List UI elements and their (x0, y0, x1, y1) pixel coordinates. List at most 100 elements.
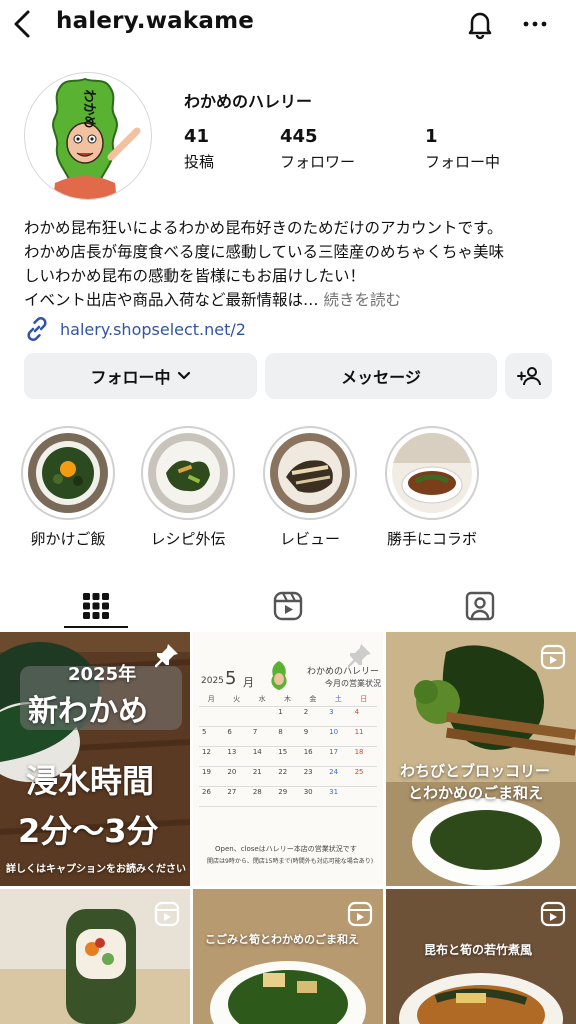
calendar-day: 24 (329, 768, 339, 776)
calendar-day: 26 (202, 788, 211, 796)
highlight-item[interactable]: レシピ外伝 (140, 426, 236, 549)
calendar-footnote-1: Open、closeはハレリー本店の営業状況です (215, 845, 357, 853)
profile-tabs (0, 582, 576, 630)
calendar-day: 27 (227, 788, 237, 796)
calendar-year: 2025 (201, 676, 224, 686)
calendar-day: 31 (329, 788, 339, 796)
reel-indicator-icon (540, 901, 566, 927)
reel-indicator-icon (154, 901, 180, 927)
profile-link[interactable]: halery.shopselect.net/2 (24, 316, 246, 342)
calendar-row-line (199, 706, 377, 707)
bio-line-last: イベント出店や商品入荷など最新情報は… 続きを読む (24, 288, 564, 312)
bio-read-more-link[interactable]: 続きを読む (323, 291, 401, 309)
calendar-weekday: 月 (207, 695, 215, 703)
highlight-ring (263, 426, 357, 520)
message-button[interactable]: メッセージ (265, 353, 497, 399)
calendar-day: 8 (278, 728, 283, 736)
highlight-item[interactable]: 勝手にコラボ (384, 426, 480, 549)
following-count[interactable]: 1 フォロー中 (425, 126, 500, 172)
grid-icon (83, 593, 109, 619)
profile-avatar[interactable]: わかめ (24, 72, 152, 200)
posts-count-value: 41 (184, 126, 210, 147)
calendar-day: 29 (278, 788, 288, 796)
highlight-label: 卵かけご飯 (30, 530, 106, 548)
calendar-weekday: 木 (284, 695, 291, 703)
followers-count-value: 445 (280, 126, 318, 147)
post-line1-text: こごみと筍とわかめのごま和え (205, 933, 359, 946)
post-tile[interactable] (0, 889, 190, 1024)
post-tile[interactable]: こごみと筍とわかめのごま和え (193, 889, 383, 1024)
tab-posts-grid[interactable] (0, 582, 192, 630)
highlight-image (28, 433, 108, 513)
calendar-day: 17 (329, 748, 339, 756)
following-count-label: フォロー中 (425, 153, 501, 171)
calendar-day: 3 (329, 708, 334, 716)
calendar-weekday: 水 (258, 695, 266, 703)
calendar-day: 1 (278, 708, 283, 716)
reels-icon (273, 591, 303, 621)
calendar-weekday: 土 (334, 695, 342, 703)
calendar-day: 13 (227, 748, 237, 756)
bio-line: わかめ昆布狂いによるわかめ昆布好きのためだけのアカウントです。 (24, 219, 503, 237)
calendar-day: 2 (303, 708, 309, 716)
highlight-ring (141, 426, 235, 520)
post-title-text: 新わかめ (28, 694, 148, 729)
highlight-label: レシピ外伝 (150, 530, 226, 548)
posts-count[interactable]: 41 投稿 (184, 126, 214, 172)
notification-bell-icon[interactable] (464, 8, 496, 40)
chevron-down-icon (177, 371, 190, 380)
calendar-day: 22 (278, 768, 288, 776)
calendar-day: 9 (303, 728, 309, 736)
highlight-item[interactable]: 卵かけご飯 (20, 426, 116, 549)
highlight-label: レビュー (279, 530, 340, 548)
following-button[interactable]: フォロー中 (24, 353, 257, 399)
post-line1-text: わちびとブロッコリー (400, 762, 551, 780)
mascot-icon (271, 661, 287, 690)
calendar-day: 25 (354, 768, 364, 776)
calendar-day: 18 (354, 748, 364, 756)
calendar-day: 28 (252, 788, 262, 796)
tab-reels[interactable] (192, 582, 384, 630)
calendar-day: 10 (329, 728, 339, 736)
calendar-day: 21 (252, 768, 262, 776)
highlight-image (148, 433, 228, 513)
profile-bio: わかめ昆布狂いによるわかめ昆布好きのためだけのアカウントです。 わかめ店長が毎度… (24, 216, 564, 312)
calendar-weekday: 金 (309, 695, 317, 703)
calendar-subtitle: 今月の営業状況 (325, 679, 381, 688)
calendar-day: 20 (227, 768, 237, 776)
calendar-day: 6 (227, 728, 232, 736)
post-tile[interactable]: 2025年 新わかめ 浸水時間 2分〜3分 詳しくはキャプションをお読みください (0, 632, 190, 886)
more-options-icon[interactable] (522, 12, 548, 36)
reel-indicator-icon (347, 901, 373, 927)
highlight-item[interactable]: レビュー (262, 426, 358, 549)
pin-icon (154, 644, 178, 668)
pin-icon (347, 644, 371, 668)
bio-line: わかめ店長が毎度食べる度に感動している三陸産のめちゃくちゃ美味 (24, 243, 505, 261)
profile-username: halery.wakame (56, 8, 255, 34)
suggested-users-button[interactable] (505, 353, 552, 399)
calendar-day: 7 (252, 728, 258, 736)
highlight-ring (385, 426, 479, 520)
top-bar: halery.wakame (0, 0, 576, 48)
calendar-day: 11 (354, 728, 364, 736)
highlight-label: 勝手にコラボ (386, 530, 477, 548)
post-tile[interactable]: 昆布と筍の若竹煮風 (386, 889, 576, 1024)
post-tile[interactable]: わちびとブロッコリー とわかめのごま和え (386, 632, 576, 886)
highlight-image (392, 433, 472, 513)
following-button-label: フォロー中 (90, 368, 171, 387)
post-year-text: 2025年 (68, 664, 137, 685)
following-count-value: 1 (425, 126, 438, 147)
calendar-day: 15 (278, 748, 288, 756)
calendar-month-unit: 月 (243, 676, 254, 689)
calendar-row-line (199, 806, 377, 807)
post-line1-text: 浸水時間 (26, 762, 155, 800)
post-tile[interactable]: 2025 5 月 わかめのハレリー 今月の営業状況 月火水木金土日1234567… (193, 632, 383, 886)
post-line1-text: 昆布と筍の若竹煮風 (424, 943, 533, 957)
followers-count[interactable]: 445 フォロワー (280, 126, 355, 172)
tab-tagged[interactable] (384, 582, 576, 630)
calendar-day: 30 (303, 788, 313, 796)
posts-grid: 2025年 新わかめ 浸水時間 2分〜3分 詳しくはキャプションをお読みください… (0, 632, 576, 1024)
calendar-day: 12 (202, 748, 211, 756)
bio-line: しいわかめ昆布の感動を皆様にもお届けしたい！ (24, 267, 366, 285)
back-arrow-icon[interactable] (10, 8, 34, 40)
